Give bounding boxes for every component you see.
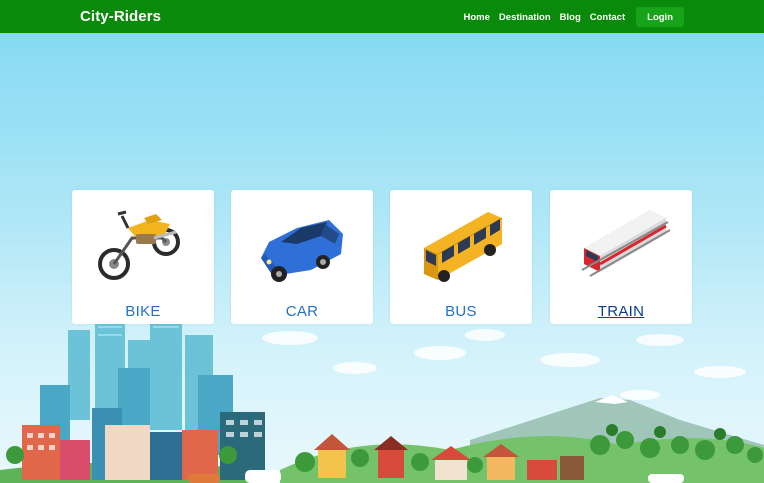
train-icon bbox=[581, 210, 671, 277]
card-label-bus: BUS bbox=[445, 303, 477, 320]
car-icon bbox=[261, 220, 343, 282]
card-car[interactable]: CAR bbox=[231, 190, 373, 324]
card-label-train[interactable]: TRAIN bbox=[550, 303, 692, 320]
card-label-bike: BIKE bbox=[125, 303, 161, 320]
motorbike-icon bbox=[98, 210, 180, 280]
card-label-car: CAR bbox=[285, 303, 319, 320]
card-bike[interactable]: BIKE bbox=[72, 190, 214, 324]
card-bus[interactable]: BUS bbox=[390, 190, 532, 324]
bus-icon bbox=[424, 212, 503, 282]
card-train[interactable]: TRAIN bbox=[550, 190, 692, 324]
